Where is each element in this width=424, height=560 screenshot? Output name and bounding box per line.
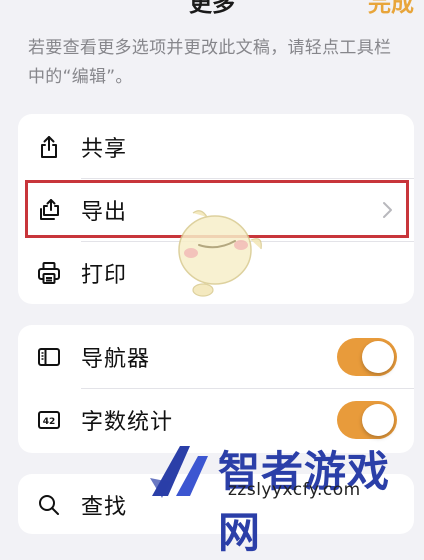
navigator-toggle[interactable] — [337, 338, 397, 376]
brand-logo-mark — [150, 446, 208, 498]
sidebar-icon — [36, 344, 62, 370]
printer-icon — [36, 260, 62, 286]
share-row[interactable]: 共享 — [18, 116, 414, 178]
share-label: 共享 — [81, 137, 128, 162]
navigator-label: 导航器 — [81, 347, 151, 372]
word-count-label: 字数统计 — [81, 410, 174, 435]
done-button[interactable]: 完成 — [368, 0, 414, 18]
find-label: 查找 — [81, 495, 128, 520]
watermark-logo: 智者游戏网 zzslyyxcfy.com — [146, 438, 424, 557]
toggle-knob — [362, 404, 394, 436]
word-count-icon: 42 — [36, 407, 62, 433]
navigation-bar: 更多 完成 — [0, 0, 424, 30]
search-icon — [36, 492, 62, 518]
page-title: 更多 — [189, 0, 235, 17]
print-label: 打印 — [81, 263, 128, 288]
share-icon — [36, 134, 62, 160]
brand-url: zzslyyxcfy.com — [228, 480, 361, 500]
word-count-toggle[interactable] — [337, 401, 397, 439]
navigator-row: 导航器 — [18, 326, 414, 388]
toggle-knob — [362, 341, 394, 373]
mascot-watermark — [178, 210, 262, 297]
view-options-group: 导航器 42 字数统计 — [18, 325, 414, 453]
description-text: 若要查看更多选项并更改此文稿，请轻点工具栏中的“编辑”。 — [28, 38, 392, 87]
word-count-icon-text: 42 — [43, 417, 56, 427]
